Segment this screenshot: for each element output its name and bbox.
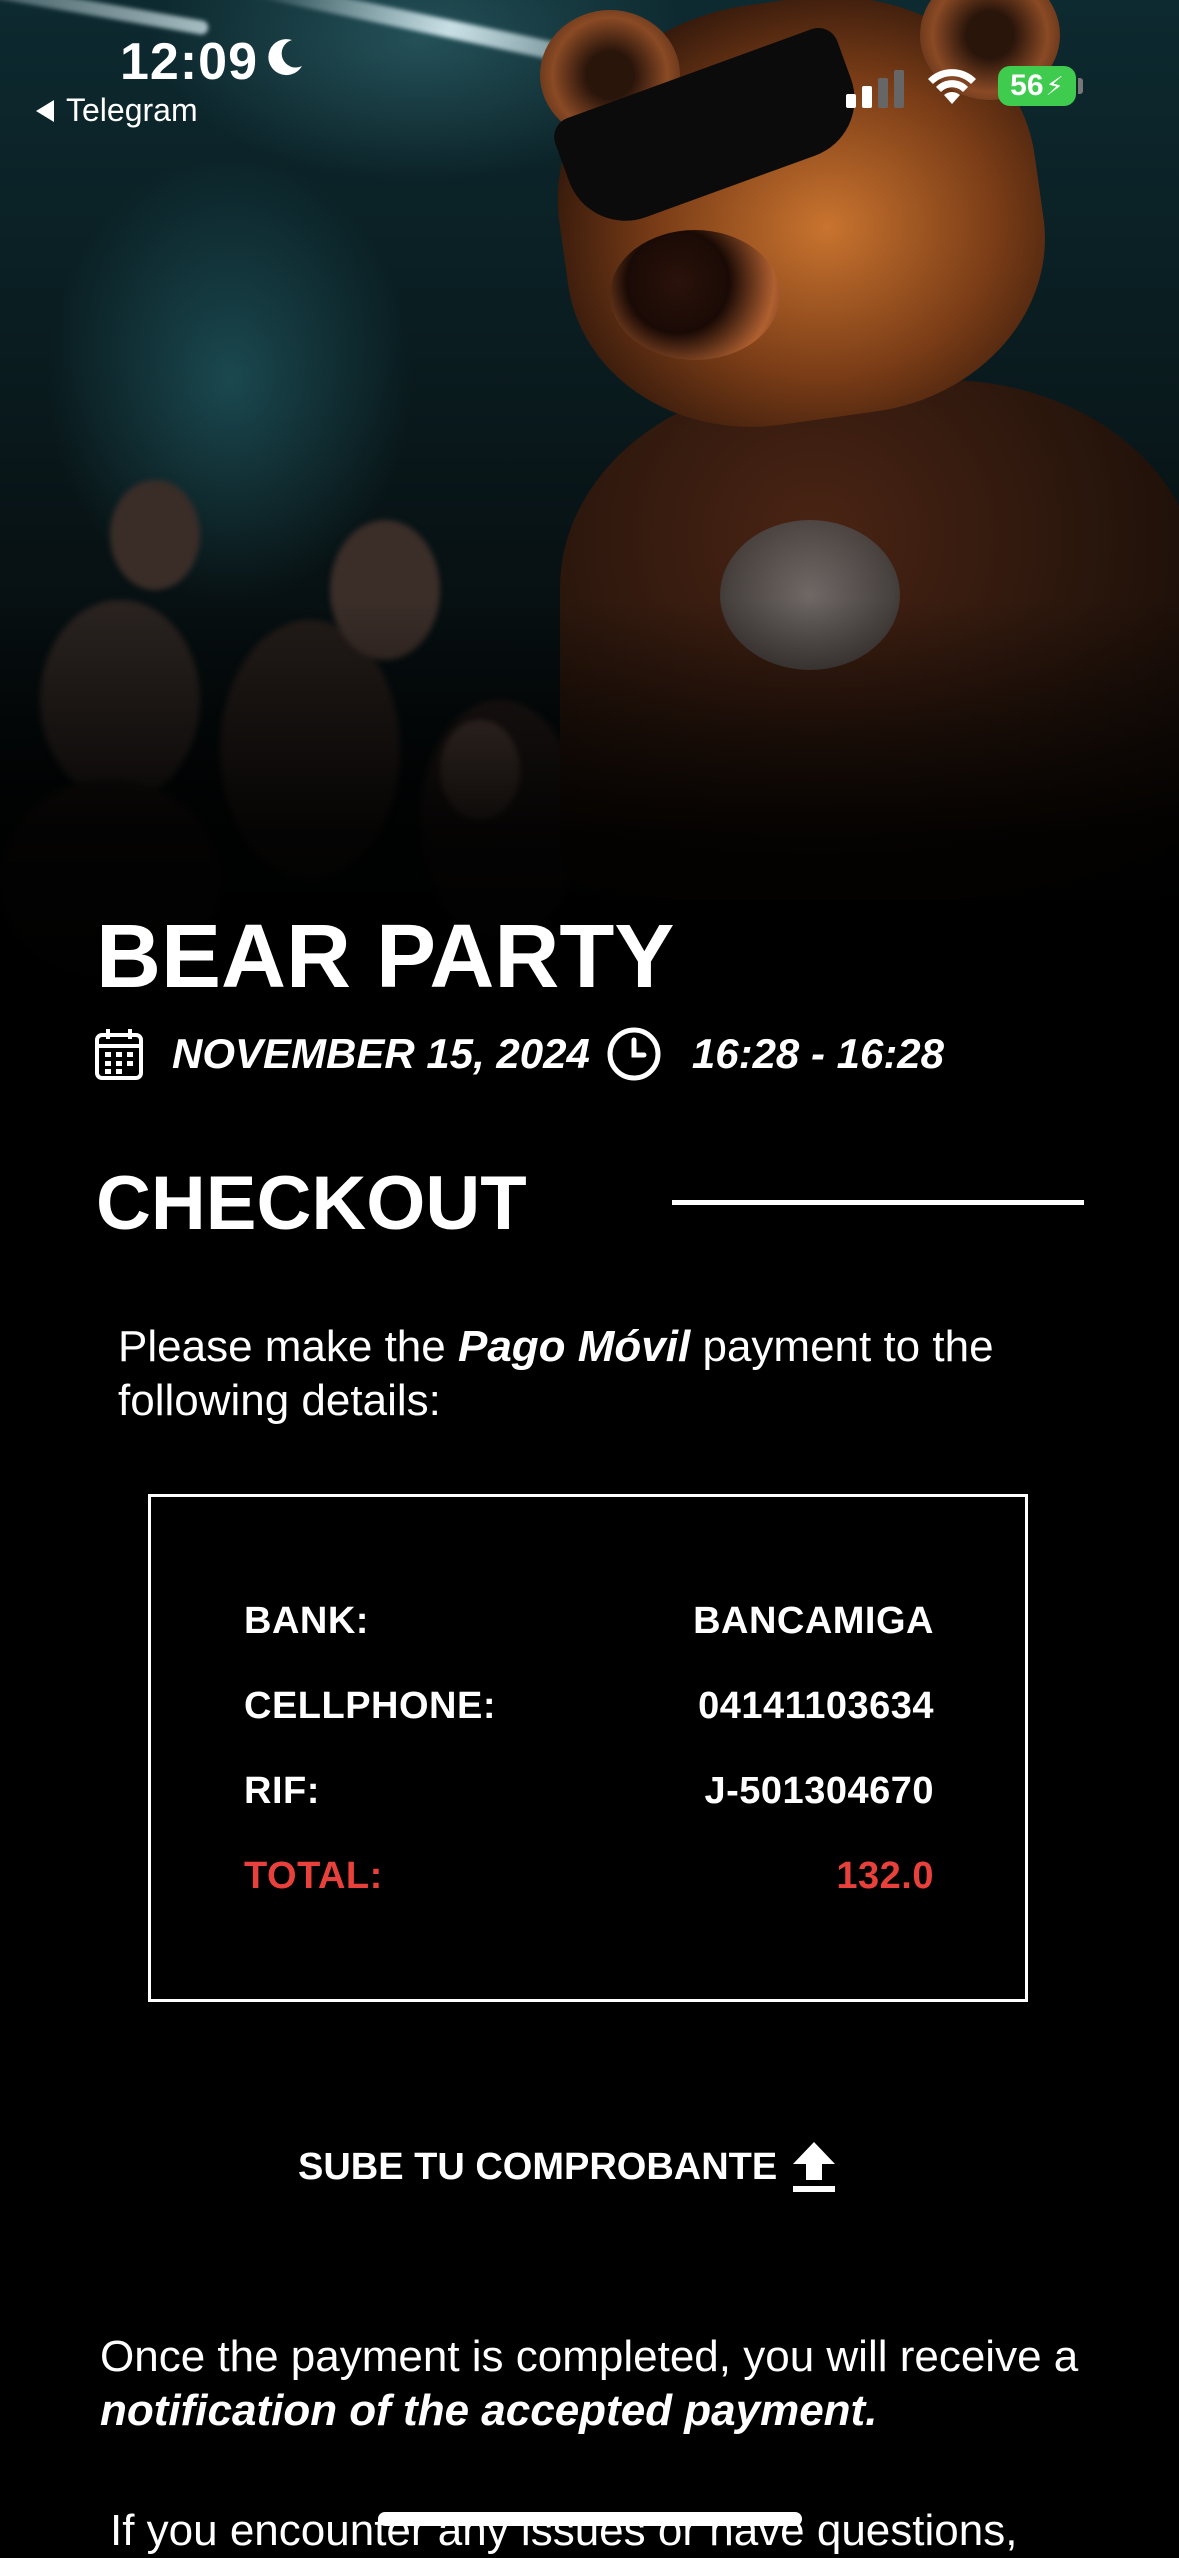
status-time: 12:09 — [120, 33, 258, 91]
event-hero-image — [0, 0, 1179, 1010]
detail-row-bank: BANK: BANCAMIGA — [244, 1600, 934, 1643]
detail-label: TOTAL: — [244, 1855, 383, 1897]
detail-row-total: TOTAL: 132.0 — [244, 1855, 934, 1898]
battery-level: 56 — [1010, 69, 1044, 102]
event-title: BEAR PARTY — [96, 907, 675, 1007]
instruction-prefix: Please make the — [118, 1322, 446, 1371]
moon-icon — [268, 39, 302, 76]
calendar-icon — [95, 1029, 143, 1080]
detail-label: CELLPHONE: — [244, 1685, 496, 1727]
wifi-icon — [928, 69, 976, 104]
detail-value: 132.0 — [836, 1855, 934, 1897]
checkout-heading: CHECKOUT — [96, 1161, 527, 1246]
battery-icon: 56 ⚡ — [998, 66, 1076, 106]
detail-row-cellphone: CELLPHONE: 04141103634 — [244, 1685, 934, 1728]
event-meta: NOVEMBER 15, 2024 16:28 - 16:28 — [94, 1024, 944, 1084]
event-hours: 16:28 - 16:28 — [691, 1030, 945, 1077]
back-to-telegram[interactable]: Telegram — [36, 92, 198, 129]
detail-value: 04141103634 — [698, 1685, 934, 1727]
detail-label: RIF: — [244, 1770, 320, 1812]
detail-label: BANK: — [244, 1600, 369, 1642]
event-date: NOVEMBER 15, 2024 — [172, 1030, 590, 1077]
clock-icon — [607, 1027, 661, 1081]
detail-value: BANCAMIGA — [693, 1600, 934, 1642]
payment-method: Pago Móvil — [457, 1322, 691, 1371]
cellular-signal-icon — [846, 70, 904, 108]
back-arrow-icon — [36, 99, 54, 122]
payment-instructions: Please make the Pago Móvil payment to th… — [118, 1320, 1108, 1428]
back-app-label: Telegram — [66, 92, 198, 128]
detail-value: J-501304670 — [704, 1770, 934, 1812]
heading-divider — [672, 1200, 1084, 1205]
upload-label: SUBE TU COMPROBANTE — [298, 2145, 778, 2188]
note-prefix: Once the payment is completed, you will … — [100, 2332, 1079, 2381]
detail-row-rif: RIF: J-501304670 — [244, 1770, 934, 1813]
payment-details-box — [148, 1494, 1028, 2002]
upload-icon — [793, 2142, 836, 2192]
note-emphasis: notification of the accepted payment. — [100, 2386, 878, 2435]
home-indicator[interactable] — [378, 2512, 802, 2526]
confirmation-note: Once the payment is completed, you will … — [100, 2330, 1170, 2438]
upload-receipt-button[interactable]: SUBE TU COMPROBANTE — [298, 2132, 837, 2202]
